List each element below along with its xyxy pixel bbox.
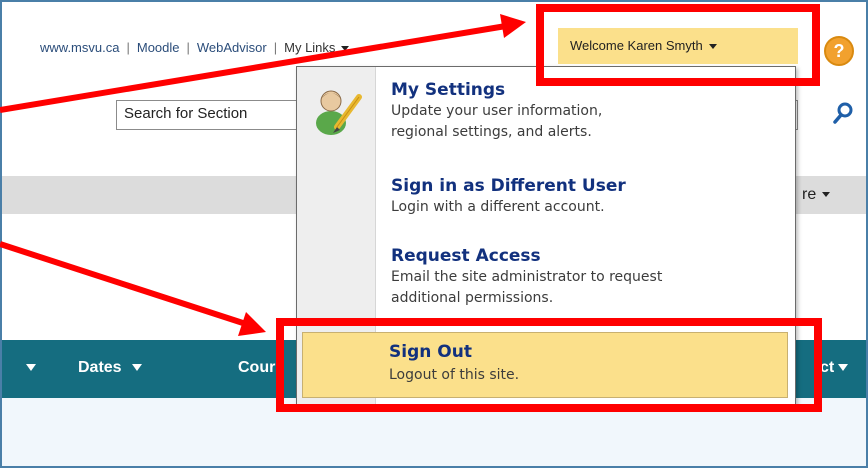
link-moodle[interactable]: Moodle	[137, 40, 180, 55]
annotation-box-sign-out	[276, 318, 822, 412]
triangle-down-icon	[838, 364, 849, 372]
menu-item-title: Request Access	[391, 246, 541, 266]
link-separator: |	[126, 40, 130, 55]
chevron-down-icon	[822, 192, 831, 198]
my-links-label: My Links	[284, 40, 336, 55]
menu-item-desc: Email the site administrator to request	[391, 269, 663, 285]
link-separator: |	[186, 40, 190, 55]
column-filter-first[interactable]	[26, 359, 36, 377]
link-msvu[interactable]: www.msvu.ca	[40, 40, 119, 55]
column-dates-label: Dates	[78, 359, 122, 376]
menu-item-request-access[interactable]: Request Access Email the site administra…	[391, 245, 662, 309]
my-links-menu[interactable]: My Links	[284, 40, 350, 55]
annotation-box-welcome	[536, 4, 820, 86]
column-last[interactable]: ct	[820, 359, 849, 377]
top-links: www.msvu.ca | Moodle | WebAdvisor | My Links	[40, 40, 350, 55]
menu-item-desc: Login with a different account.	[391, 199, 605, 215]
triangle-down-icon	[131, 364, 142, 372]
column-last-label: ct	[820, 359, 835, 376]
triangle-down-icon	[26, 364, 36, 372]
ribbon-dropdown[interactable]: re	[802, 186, 831, 204]
menu-item-desc: regional settings, and alerts.	[391, 124, 592, 140]
ribbon-dropdown-label: re	[802, 186, 817, 203]
menu-item-desc: additional permissions.	[391, 290, 554, 306]
chevron-down-icon	[341, 46, 350, 52]
column-dates[interactable]: Dates	[78, 359, 142, 377]
link-separator: |	[273, 40, 278, 55]
search-input[interactable]: Search for Section	[116, 100, 316, 130]
user-settings-icon	[316, 90, 362, 135]
menu-item-sign-in-different-user[interactable]: Sign in as Different User Login with a d…	[391, 175, 626, 218]
menu-item-my-settings[interactable]: My Settings Update your user information…	[391, 79, 602, 143]
link-webadvisor[interactable]: WebAdvisor	[197, 40, 267, 55]
search-icon[interactable]	[832, 100, 856, 126]
menu-item-title: Sign in as Different User	[391, 176, 626, 196]
menu-item-desc: Update your user information,	[391, 103, 603, 119]
help-icon[interactable]: ?	[824, 36, 854, 66]
